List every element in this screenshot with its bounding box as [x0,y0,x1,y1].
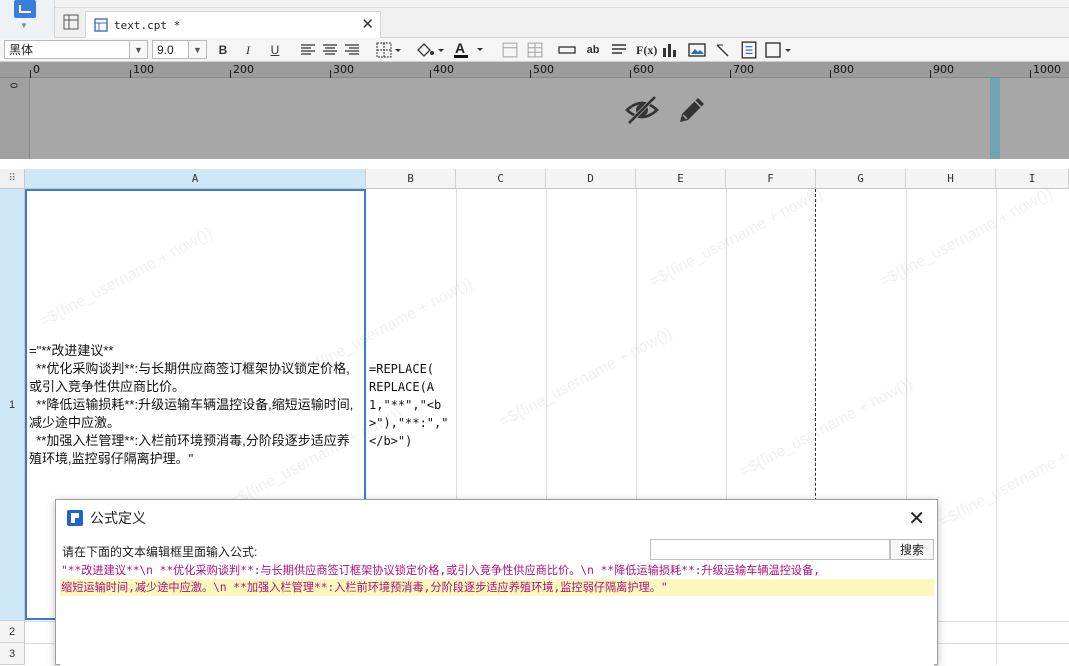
dialog-titlebar: 公式定义 [56,500,937,536]
ruler-tick: 300 [333,63,354,76]
tab-text-cpt[interactable]: text.cpt * ✕ [85,11,381,38]
text-format-button[interactable]: ab [585,41,601,59]
cell-style-icon[interactable] [765,41,795,59]
subreport-icon[interactable] [741,41,757,59]
ruler-tick: 900 [933,63,954,76]
font-select[interactable]: 黑体 ▼ [4,40,148,59]
chevron-down-icon[interactable]: ▼ [129,41,147,58]
image-icon[interactable] [688,41,706,59]
italic-button[interactable]: I [240,41,256,59]
size-value: 9.0 [157,42,174,57]
row-header[interactable]: 1 [0,189,25,621]
ruler-tick: 100 [133,63,154,76]
top-strip [0,0,1069,8]
report-icon [94,18,108,32]
ruler-mark [130,70,131,78]
underline-button[interactable]: U [267,41,283,59]
ruler-tick: 800 [833,63,854,76]
bold-button[interactable]: B [215,41,231,59]
border-icon[interactable] [376,41,402,59]
dialog-title: 公式定义 [90,510,146,526]
column-header[interactable]: B [366,169,456,189]
tab-bar: text.cpt * ✕ [55,8,1069,38]
ruler-mark [930,70,931,78]
chevron-down-icon[interactable]: ▼ [188,41,206,58]
template-icon[interactable] [14,0,36,18]
chevron-down-icon[interactable]: ▼ [20,21,28,30]
format-toolbar: 黑体 ▼ 9.0 ▼ B I U A ab F(x) [0,38,1069,62]
close-icon[interactable]: ✕ [361,15,374,33]
ruler-mark [830,70,831,78]
grid-tab-icon[interactable] [63,14,79,30]
align-left-icon[interactable] [300,41,316,59]
column-header[interactable]: A [25,169,366,189]
ruler-tick: 500 [533,63,554,76]
vertical-ruler: 0 [0,78,30,159]
wrap-cell-icon[interactable] [558,41,576,59]
search-button[interactable]: 搜索 [890,539,934,560]
editor-line: "**改进建议**\n **优化采购谈判**:与长期供应商签订框架协议锁定价格,… [61,564,821,577]
spacer [0,159,1069,169]
watermark: =${fine_username + now()} [937,425,1069,531]
close-icon[interactable]: ✕ [908,506,925,530]
watermark: =${fine_username + now()} [877,184,1056,291]
ruler-mark [630,70,631,78]
ruler-mark [30,70,31,78]
unmerge-icon[interactable] [527,41,543,59]
column-header[interactable]: F [726,169,816,189]
paragraph-icon[interactable] [611,41,627,59]
ruler-tick: 0 [7,82,19,89]
font-color-icon[interactable]: A [453,41,487,59]
eye-slash-icon[interactable] [624,94,660,126]
select-all-corner[interactable]: ⠿ [0,169,25,189]
ruler-tick: 600 [633,63,654,76]
column-header[interactable]: H [906,169,996,189]
watermark: =${fine_username + now()} [647,184,826,291]
row-header[interactable]: 3 [0,643,25,665]
row-header[interactable]: 2 [0,621,25,643]
left-pane: ▼ [0,0,55,38]
column-header[interactable]: D [546,169,636,189]
ruler-mark [730,70,731,78]
merge-icon[interactable] [502,41,518,59]
slash-icon[interactable] [715,41,731,59]
ruler-mark [330,70,331,78]
grid-line [996,189,997,665]
ruler-tick: 200 [233,63,254,76]
formula-dialog: 公式定义 ✕ 请在下面的文本编辑框里面输入公式: 搜索 "**改进建议**\n … [55,499,938,666]
ruler-tick: 400 [433,63,454,76]
editor-line: 缩短运输时间,减少途中应激。\n **加强入栏管理**:入栏前环境预消毒,分阶段… [60,579,934,596]
ruler-tick: 700 [733,63,754,76]
column-header[interactable]: C [456,169,546,189]
tab-label: text.cpt * [114,18,181,32]
svg-text:A: A [455,41,465,56]
formula-button[interactable]: F(x) [636,41,657,59]
page-boundary-bar [990,78,1000,159]
ruler-tick: 1000 [1033,63,1061,76]
watermark: =${fine_username + now()} [497,324,676,431]
column-header[interactable]: I [996,169,1069,189]
watermark: =${fine_username + now()} [737,374,916,481]
column-header[interactable]: G [816,169,906,189]
dialog-prompt: 请在下面的文本编辑框里面输入公式: [62,545,258,559]
chart-icon[interactable] [662,41,678,59]
ruler-tick: 0 [33,63,40,76]
size-select[interactable]: 9.0 ▼ [152,40,207,59]
align-center-icon[interactable] [322,41,338,59]
ruler-mark [530,70,531,78]
formula-editor[interactable]: "**改进建议**\n **优化采购谈判**:与长期供应商签订框架协议锁定价格,… [60,562,934,666]
column-header[interactable]: E [636,169,726,189]
pencil-icon[interactable] [676,94,708,126]
search-input[interactable] [650,539,890,560]
ruler-mark [230,70,231,78]
align-right-icon[interactable] [344,41,360,59]
fill-color-icon[interactable] [415,41,445,59]
report-header-area[interactable] [0,78,1069,159]
font-value: 黑体 [9,43,34,57]
ruler-mark [430,70,431,78]
fine-logo-icon [67,510,83,526]
ruler-mark [1030,70,1031,78]
horizontal-ruler: 0 100 200 300 400 500 600 700 800 900 10… [0,62,1069,78]
